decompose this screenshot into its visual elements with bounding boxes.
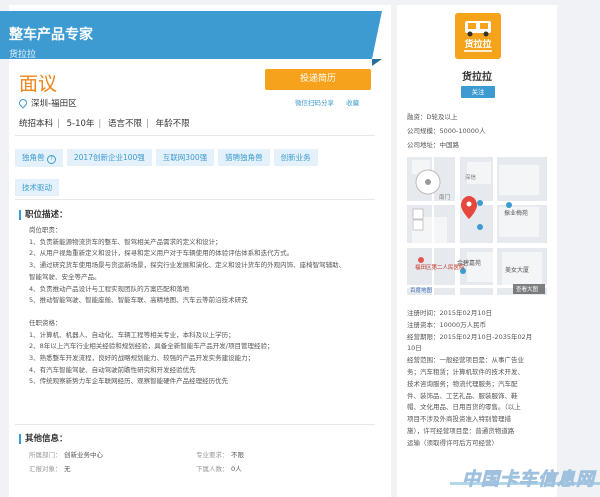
reg-line: 注册时间：2015年02月10日 <box>407 309 493 317</box>
svg-text:福田区第二人民医院: 福田区第二人民医院 <box>415 263 465 271</box>
desc-line: 5、推动智能驾驶、智能座舱、智能车联、高精地图、汽车云等前沿技术研究 <box>29 296 248 305</box>
other-info-row: 所属部门： 创新业务中心 专业要求： 不限 <box>29 449 359 463</box>
company-name[interactable]: 货拉拉 <box>397 68 557 83</box>
apply-button[interactable]: 投递简历 <box>265 69 371 90</box>
req-education: 统招本科 <box>19 119 54 129</box>
divider <box>15 424 375 425</box>
favorite-link[interactable]: 收藏 <box>346 99 359 107</box>
desc-line: 4、负责推动产品设计与工程实现团队的方案匹配和落地 <box>29 284 190 293</box>
company-info: 融资：D轮及以上 公司规模：5000-10000人 公司地址：中国路 <box>407 110 486 152</box>
subordinates-label: 下属人数： <box>196 465 229 473</box>
req-language: 语言不限 <box>107 119 142 129</box>
svg-text:深信: 深信 <box>465 173 477 181</box>
location-pin-icon <box>17 97 29 109</box>
banner-fold <box>372 59 382 66</box>
other-info-heading: 其他信息： <box>19 434 68 444</box>
reg-line: 运输（须取得许可后方可经营） <box>407 438 498 447</box>
desc-line: 3、通过研究货车使用场景与货运新场景，探究行业发展和演化、定义和设计货车的外观内… <box>29 261 346 270</box>
svg-text:百度地图: 百度地图 <box>410 286 433 294</box>
reg-line: 技术咨询服务；物流代理服务；汽车配 <box>407 379 518 388</box>
req-age: 年龄不限 <box>155 119 190 129</box>
truck-logo-icon: 货拉拉 <box>455 13 501 59</box>
banner-tail <box>372 11 382 59</box>
divider <box>15 199 375 200</box>
desc-line: 4、有汽车智能驾驶、自动驾驶前瞻性研究和开发经验优先 <box>29 365 196 374</box>
requirements-row: 统招本科 | 5-10年 | 语言不限 | 年龄不限 <box>19 119 190 129</box>
salary-label: 面议 <box>19 73 58 95</box>
job-description-body: 岗位职责： 1、负责新能源物流货车的整车、智驾相关产品需求的定义和设计； 2、从… <box>29 225 369 388</box>
job-header-banner: 整车产品专家 货拉拉 <box>0 11 372 60</box>
report-label: 汇报对象： <box>29 465 62 473</box>
map-canvas: 振业梅苑 金碧嘉苑 美女大厦 福田区第二人民医院 深信 南门 百度地图 查看大图 <box>407 157 547 295</box>
svg-text:振业梅苑: 振业梅苑 <box>504 209 528 217</box>
desc-line: 任职资格： <box>29 318 62 327</box>
desc-line <box>29 307 369 318</box>
reg-line: 项目不涉及外商投资准入特别管理措 <box>407 415 511 424</box>
svg-text:查看大图: 查看大图 <box>516 285 539 293</box>
location-row: 深圳-福田区 <box>17 97 77 109</box>
svg-text:南门: 南门 <box>439 193 450 201</box>
follow-button[interactable]: 关注 <box>461 86 495 98</box>
site-watermark: 中国卡车信息网 <box>462 469 595 491</box>
reg-line: 帽、文化用品、日用百货的零售。（以上 <box>407 403 521 412</box>
location-text: 深圳-福田区 <box>31 99 77 109</box>
reg-line: 施），许可经营项目是：普通货物道路 <box>407 426 515 435</box>
job-description-heading: 职位描述： <box>19 210 68 220</box>
dept-value: 创新业务中心 <box>64 451 103 459</box>
svg-text:美女大厦: 美女大厦 <box>505 266 529 274</box>
desc-line: 3、熟悉整车开发流程，良好的战略规划能力、较强的产品开发实务建设能力； <box>29 354 255 363</box>
other-info-table: 所属部门： 创新业务中心 专业要求： 不限 汇报对象： 无 下属人数： 0人 <box>29 449 359 477</box>
tag-unicorn[interactable]: 独角兽 ? <box>15 149 63 167</box>
req-experience: 5-10年 <box>66 119 95 129</box>
job-position-title: 整车产品专家 <box>9 27 93 43</box>
tag-list: 独角兽 ? 2017创新企业100强 互联网300强 猎聘独角兽 创新业务技术驱动 <box>15 145 365 204</box>
info-icon: ? <box>46 155 56 164</box>
reg-line: 务；汽车租赁；计算机软件的技术开发、 <box>407 367 524 376</box>
address-info: 公司地址：中国路 <box>407 141 459 149</box>
major-value: 不限 <box>231 451 244 459</box>
tag-tech-driven[interactable]: 技术驱动 <box>15 179 59 196</box>
desc-line: 智能驾驶、安全等产品。 <box>29 272 101 281</box>
reg-line: 10日 <box>407 344 422 353</box>
company-registration: 注册时间：2015年02月10日 注册资本：10000万人民币 经营期限：201… <box>407 308 552 450</box>
desc-line: 1、计算机、机器人、自动化、车辆工程等相关专业，本科及以上学历； <box>29 330 235 339</box>
desc-line: 岗位职责： <box>29 226 62 234</box>
other-info-row: 汇报对象： 无 下属人数： 0人 <box>29 463 359 477</box>
desc-line: 5、传统观察新势力车企车联网经历、观察智能硬件产品经理经历优先 <box>29 377 229 386</box>
tag-innovation[interactable]: 创新业务 <box>273 149 318 166</box>
report-value: 无 <box>64 465 71 473</box>
reg-line: 经营期限：2015年02月10日-2035年02月 <box>407 332 533 341</box>
tag-top100[interactable]: 2017创新企业100强 <box>66 149 152 166</box>
reg-line: 件、装饰品、工艺礼品、服装服饰、鞋 <box>407 391 518 400</box>
reg-line: 注册资本：10000万人民币 <box>407 320 487 329</box>
divider <box>15 135 375 136</box>
company-logo[interactable]: 货拉拉 <box>455 13 501 59</box>
wechat-share-link[interactable]: 微信扫码分享 <box>295 99 334 107</box>
tag-liepin-unicorn[interactable]: 猎聘独角兽 <box>218 149 270 166</box>
desc-line: 2、8年以上汽车行业相关经验和规划经验，具备全新智能车产品开发/项目管理经验； <box>29 342 274 351</box>
dept-label: 所属部门： <box>29 451 62 459</box>
desc-line: 1、负责新能源物流货车的整车、智驾相关产品需求的定义和设计； <box>29 237 222 246</box>
funding-info: 融资：D轮及以上 <box>407 113 458 121</box>
size-info: 公司规模：5000-10000人 <box>407 127 486 135</box>
svg-text:货拉拉: 货拉拉 <box>464 38 491 50</box>
desc-line: 2、从用户视角重新定义和设计，探寻和定义用户对于车辆使用的体验评估体系和迭代方式… <box>29 249 294 258</box>
job-company-link[interactable]: 货拉拉 <box>9 47 36 60</box>
reg-line: 经营范围：一般经营项目是：从事广告业 <box>407 356 524 365</box>
tag-internet300[interactable]: 互联网300强 <box>155 149 215 166</box>
subordinates-value: 0人 <box>231 465 242 473</box>
company-map[interactable]: 振业梅苑 金碧嘉苑 美女大厦 福田区第二人民医院 深信 南门 百度地图 查看大图 <box>407 157 547 295</box>
share-links: 微信扫码分享 收藏 <box>285 97 359 107</box>
major-label: 专业要求： <box>196 451 229 459</box>
